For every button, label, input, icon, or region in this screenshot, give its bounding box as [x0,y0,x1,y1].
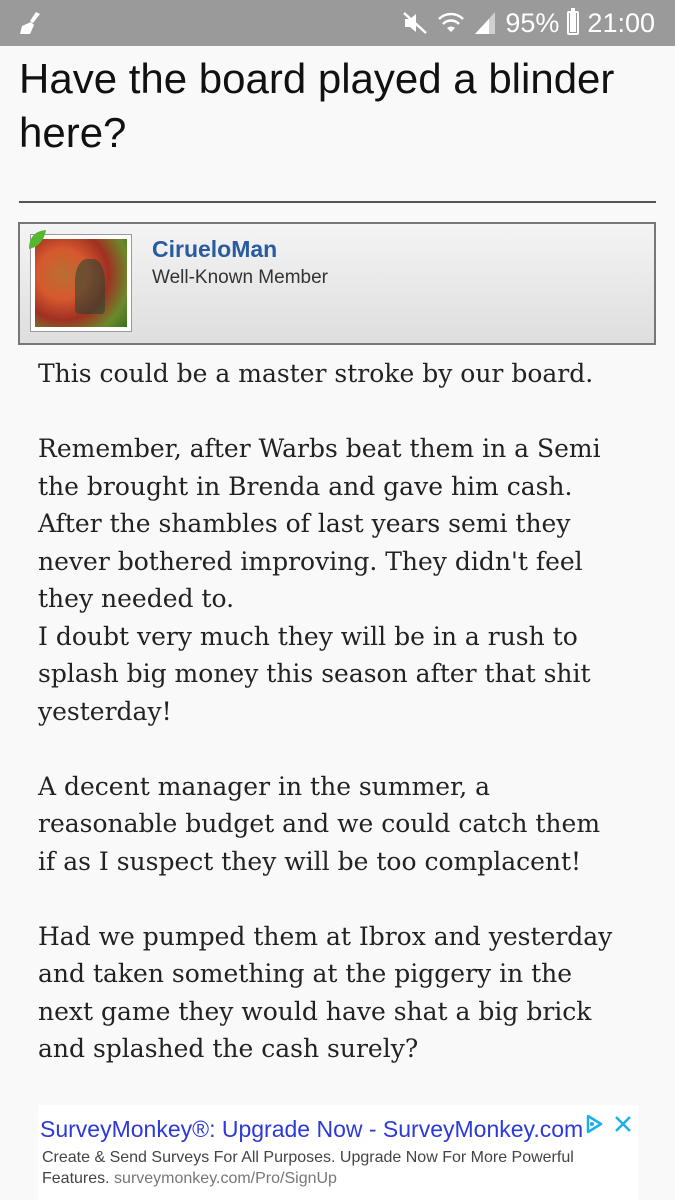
avatar[interactable] [35,239,127,327]
ad-description-line: Create & Send Surveys For All Purposes. … [42,1149,574,1166]
post-paragraph: Had we pumped them at Ibrox and yesterda… [38,918,643,1068]
post-body: This could be a master stroke by our boa… [38,355,643,1068]
post-line: next game they would have shat a big bri… [38,996,592,1026]
post-author-card: CirueloMan Well-Known Member [18,222,656,345]
ad-headline[interactable]: SurveyMonkey®: Upgrade Now - SurveyMonke… [40,1116,585,1143]
wifi-icon [438,12,465,32]
author-username[interactable]: CirueloMan [152,236,277,263]
clock: 21:00 [587,7,655,38]
ad-description-line: Features. [42,1170,110,1187]
post-line: Had we pumped them at Ibrox and yesterda… [38,921,613,951]
ad-description[interactable]: Create & Send Surveys For All Purposes. … [42,1147,634,1189]
post-line: reasonable budget and we could catch the… [38,809,601,838]
thread-title: Have the board played a blinder here? [19,52,659,160]
ad-url[interactable]: surveymonkey.com/Pro/SignUp [114,1170,337,1187]
post-line: yesterday! [38,696,172,726]
status-bar: 95% 21:00 [0,0,675,46]
battery-percent: 95% [505,7,560,38]
post-line: A decent manager in the summer, a [38,771,491,801]
status-right: 95% 21:00 [401,0,655,46]
leaf-icon [29,230,46,249]
signal-icon [475,12,496,34]
thread-title-line: Have the board played a blinder [19,55,615,102]
post-line: and taken something at the piggery in th… [38,959,573,988]
thread-title-line: here? [19,109,127,156]
author-title: Well-Known Member [152,267,328,288]
post-line: splash big money this season after that … [38,659,591,688]
ad-banner[interactable]: SurveyMonkey®: Upgrade Now - SurveyMonke… [38,1105,638,1200]
post-paragraph: A decent manager in the summer, a reason… [38,768,643,881]
post-paragraph: This could be a master stroke by our boa… [38,355,643,393]
battery-icon [567,8,580,35]
post-paragraph: Remember, after Warbs beat them in a Sem… [38,430,643,730]
post-line: and splashed the cash surely? [38,1034,419,1063]
post-line: if as I suspect they will be too complac… [38,846,582,876]
post-line: This could be a master stroke by our boa… [38,359,594,388]
post-line: never bothered improving. They didn't fe… [38,546,583,576]
post-line: they needed to. [38,584,235,613]
post-line: I doubt very much they will be in a rush… [38,621,578,651]
post-line: After the shambles of last years semi th… [38,509,571,538]
mute-icon [403,12,428,34]
close-icon[interactable] [612,1113,634,1135]
title-divider [19,201,656,203]
post-line: the brought in Brenda and gave him cash. [38,471,573,501]
post-line: Remember, after Warbs beat them in a Sem… [38,434,601,463]
adchoices-icon[interactable] [584,1113,604,1135]
broom-icon [20,12,40,34]
